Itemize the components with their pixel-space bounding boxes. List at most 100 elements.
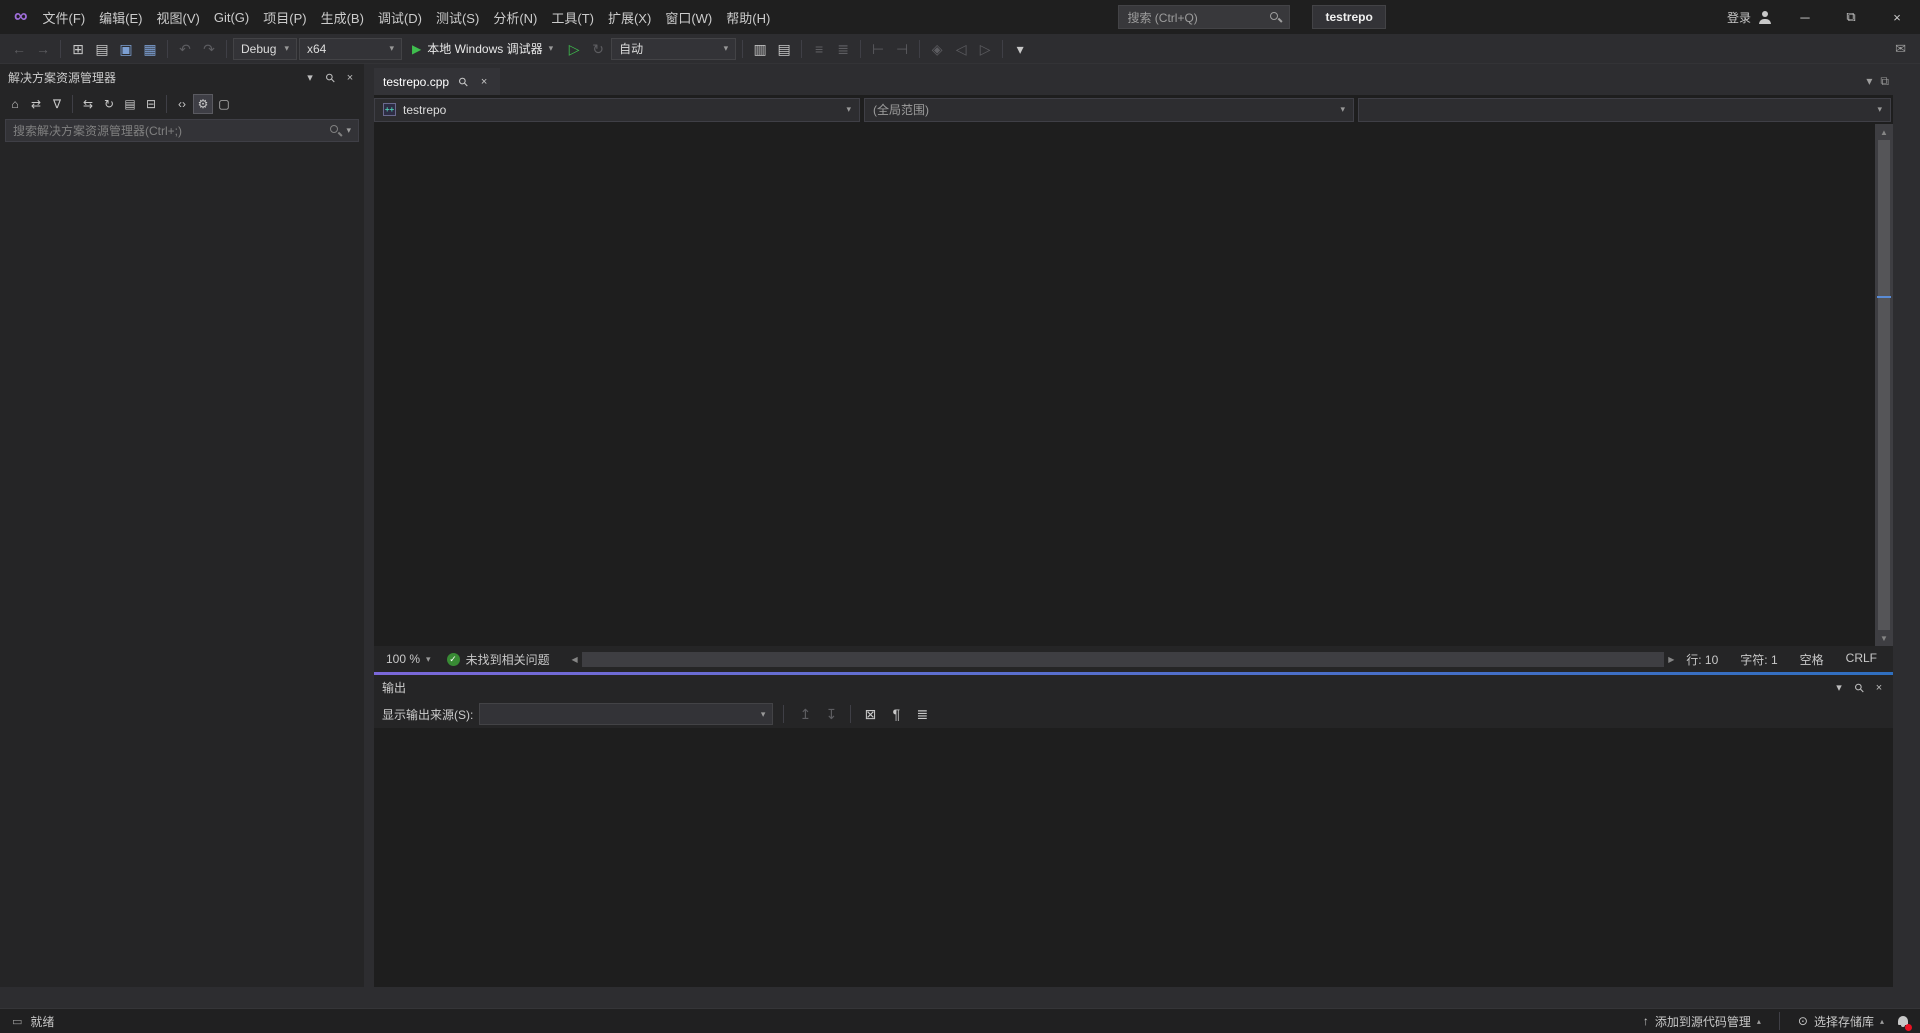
chevron-down-icon: ▾ (1340, 104, 1345, 115)
menu-item-1[interactable]: 编辑(E) (92, 4, 149, 31)
window-menu-icon[interactable]: ▾ (1829, 679, 1849, 697)
scroll-right-icon[interactable]: ▶ (1664, 655, 1678, 664)
sign-in-button[interactable]: 登录 (1727, 9, 1772, 26)
status-bar: ▭ 就绪 ↑ 添加到源代码管理 ▴ ⊙ 选择存储库 ▴ (0, 1008, 1920, 1033)
view-code-icon[interactable]: ‹› (172, 94, 192, 114)
menu-item-0[interactable]: 文件(F) (36, 4, 93, 31)
nav-scope-dropdown[interactable]: (全局范围) ▾ (864, 98, 1354, 122)
menu-item-9[interactable]: 工具(T) (544, 4, 601, 31)
menu-item-10[interactable]: 扩展(X) (601, 4, 658, 31)
select-repository-button[interactable]: ⊙ 选择存储库 ▴ (1798, 1013, 1884, 1030)
clear-all-icon[interactable]: ⊠ (859, 703, 881, 725)
menu-item-8[interactable]: 分析(N) (486, 4, 544, 31)
platform-dropdown[interactable]: x64 ▾ (299, 38, 402, 60)
scroll-down-icon[interactable]: ▼ (1875, 630, 1893, 646)
background-tasks-icon[interactable]: ▭ (12, 1015, 22, 1028)
start-without-debugging-icon[interactable]: ▷ (563, 38, 585, 60)
refresh-icon[interactable]: ↻ (99, 94, 119, 114)
switch-views-icon[interactable]: ⇄ (26, 94, 46, 114)
menu-item-11[interactable]: 窗口(W) (658, 4, 719, 31)
document-health-indicator[interactable]: ✓ 未找到相关问题 (437, 651, 560, 668)
attach-mode-dropdown[interactable]: 自动 ▾ (611, 38, 736, 60)
solution-explorer-title: 解决方案资源管理器 (8, 69, 300, 86)
vs-window: ∞ 文件(F)编辑(E)视图(V)Git(G)项目(P)生成(B)调试(D)测试… (0, 0, 1920, 1033)
menu-item-6[interactable]: 调试(D) (371, 4, 429, 31)
properties-icon[interactable]: ⚙ (193, 94, 213, 114)
up-arrow-icon: ↑ (1643, 1014, 1649, 1028)
restore-button[interactable]: ⧉ (1828, 0, 1874, 34)
indent-icon: ⊢ (867, 38, 889, 60)
output-source-dropdown[interactable]: ▾ (479, 703, 773, 725)
nav-project-dropdown[interactable]: ++ testrepo ▾ (374, 98, 860, 122)
toggle-wordwrap-icon[interactable]: ¶ (885, 703, 907, 725)
scrollbar-thumb[interactable] (1878, 140, 1890, 630)
scrollbar-thumb[interactable] (582, 652, 1665, 667)
chevron-down-icon: ▾ (346, 125, 351, 136)
quick-search-box[interactable]: 搜索 (Ctrl+Q) (1118, 5, 1290, 29)
show-all-files-icon[interactable]: ▤ (120, 94, 140, 114)
minimize-button[interactable]: ─ (1782, 0, 1828, 34)
vs-logo-icon[interactable]: ∞ (6, 6, 36, 28)
menu-item-5[interactable]: 生成(B) (314, 4, 371, 31)
chevron-down-icon: ▾ (846, 104, 851, 115)
notifications-button[interactable] (1898, 1014, 1908, 1028)
close-button[interactable]: × (1874, 0, 1920, 34)
menu-item-2[interactable]: 视图(V) (150, 4, 207, 31)
start-debugging-button[interactable]: ▶ 本地 Windows 调试器 ▾ (404, 37, 561, 61)
code-editor[interactable] (374, 124, 1875, 646)
save-icon[interactable]: ▣ (115, 38, 137, 60)
char-indicator[interactable]: 字符: 1 (1740, 651, 1777, 668)
filter-icon[interactable]: ∇ (47, 94, 67, 114)
new-project-icon[interactable]: ⊞ (67, 38, 89, 60)
output-content[interactable] (374, 728, 1893, 987)
home-icon[interactable]: ⌂ (5, 94, 25, 114)
close-panel-icon[interactable]: × (1869, 679, 1889, 697)
float-window-icon[interactable]: ⧉ (1880, 74, 1889, 89)
add-to-source-control-button[interactable]: ↑ 添加到源代码管理 ▴ (1643, 1013, 1761, 1030)
search-icon (330, 125, 341, 136)
autoscroll-icon[interactable]: ≣ (911, 703, 933, 725)
line-indicator[interactable]: 行: 10 (1686, 651, 1718, 668)
toolbar-overflow-icon[interactable]: ▾ (1009, 38, 1031, 60)
active-documents-icon[interactable]: ▾ (1866, 74, 1872, 89)
find-in-files-icon[interactable]: ▥ (749, 38, 771, 60)
menu-item-12[interactable]: 帮助(H) (719, 4, 777, 31)
scroll-left-icon[interactable]: ◀ (568, 655, 582, 664)
auto-hide-pin-icon[interactable]: ⚲ (320, 69, 340, 87)
nav-member-dropdown[interactable]: ▾ (1358, 98, 1891, 122)
save-all-icon[interactable]: ▦ (139, 38, 161, 60)
preview-selected-icon[interactable]: ▢ (214, 94, 234, 114)
indent-mode-indicator[interactable]: 空格 (1800, 651, 1824, 668)
open-file-icon[interactable]: ▤ (91, 38, 113, 60)
vertical-scrollbar[interactable]: ▲ ▼ (1875, 124, 1893, 646)
right-tool-rail (1893, 64, 1920, 1008)
send-feedback-icon[interactable]: ✉ (1895, 41, 1912, 57)
solution-explorer-search-input[interactable]: 搜索解决方案资源管理器(Ctrl+;) ▾ (5, 119, 359, 142)
line-ending-indicator[interactable]: CRLF (1846, 651, 1877, 668)
nav-project-value: testrepo (403, 103, 446, 117)
horizontal-scrollbar[interactable]: ◀ ▶ (568, 652, 1679, 667)
menu-item-3[interactable]: Git(G) (207, 6, 256, 29)
scroll-up-icon[interactable]: ▲ (1875, 124, 1893, 140)
close-panel-icon[interactable]: × (340, 69, 360, 87)
solution-name-chip[interactable]: testrepo (1312, 5, 1385, 29)
document-tab[interactable]: testrepo.cpp ⚲ × (374, 68, 500, 95)
output-title: 输出 (382, 679, 1829, 696)
file-compare-icon[interactable]: ▤ (773, 38, 795, 60)
pin-tab-icon[interactable]: ⚲ (456, 73, 470, 91)
configuration-dropdown[interactable]: Debug ▾ (233, 38, 297, 60)
sync-with-active-document-icon[interactable]: ⇆ (78, 94, 98, 114)
outdent-icon: ⊣ (891, 38, 913, 60)
chevron-down-icon: ▾ (761, 709, 766, 720)
menu-item-4[interactable]: 项目(P) (256, 4, 313, 31)
debug-target-label: 本地 Windows 调试器 (427, 40, 542, 57)
auto-hide-pin-icon[interactable]: ⚲ (1849, 679, 1869, 697)
close-tab-icon[interactable]: × (477, 73, 491, 91)
quick-search-placeholder: 搜索 (Ctrl+Q) (1127, 9, 1270, 26)
window-menu-icon[interactable]: ▾ (300, 69, 320, 87)
collapse-all-icon[interactable]: ⊟ (141, 94, 161, 114)
main-area: 解决方案资源管理器 ▾ ⚲ × ⌂⇄∇ ⇆↻▤⊟ ‹›⚙▢ 搜索解决方案资源管理器(… (0, 64, 1920, 1008)
status-ready-text: 就绪 (30, 1013, 54, 1030)
menu-item-7[interactable]: 测试(S) (429, 4, 486, 31)
zoom-dropdown[interactable]: 100 % ▾ (380, 652, 437, 666)
